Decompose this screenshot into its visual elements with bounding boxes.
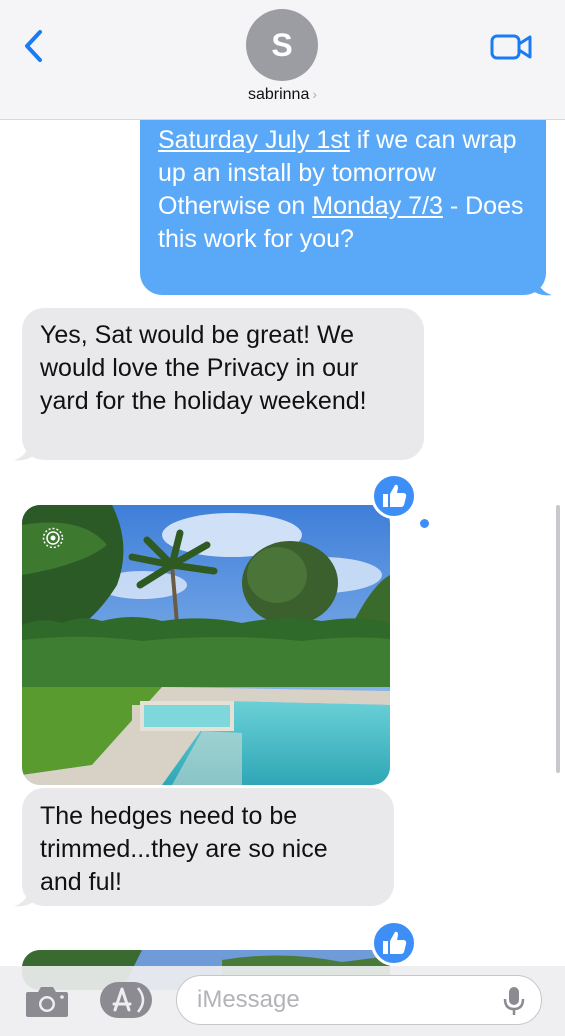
conversation-header: S sabrinna › <box>0 0 565 120</box>
avatar[interactable]: S <box>246 9 318 81</box>
microphone-icon <box>503 987 525 1015</box>
video-camera-icon <box>490 34 532 60</box>
camera-button[interactable] <box>24 982 70 1020</box>
received-message-bubble[interactable]: The hedges need to be trimmed...they are… <box>22 788 394 906</box>
tapback-tail <box>420 519 429 528</box>
tapback-reaction[interactable] <box>371 473 417 519</box>
received-message-bubble[interactable]: Yes, Sat would be great! We would love t… <box>22 308 424 460</box>
photo-message[interactable] <box>22 505 390 785</box>
bubble-tail <box>14 886 36 907</box>
chevron-left-icon <box>25 30 42 62</box>
live-photo-icon[interactable] <box>42 527 64 549</box>
app-store-button[interactable] <box>98 980 154 1020</box>
video-call-button[interactable] <box>490 32 534 62</box>
pool-photo <box>22 505 390 785</box>
chevron-right-icon: › <box>312 86 318 102</box>
compose-bar: iMessage <box>0 966 565 1036</box>
bubble-tail <box>14 440 36 461</box>
sent-message-bubble[interactable]: Saturday July 1st if we can wrap up an i… <box>140 108 546 295</box>
tapback-reaction[interactable] <box>371 920 417 966</box>
date-link[interactable]: Saturday July 1st <box>158 126 350 154</box>
camera-icon <box>26 987 68 1017</box>
message-input[interactable]: iMessage <box>176 975 542 1025</box>
thumbs-up-icon <box>383 931 407 954</box>
back-button[interactable] <box>18 26 54 66</box>
contact-name: sabrinna <box>247 86 310 103</box>
microphone-button[interactable] <box>500 985 528 1017</box>
contact-name-button[interactable]: sabrinna › <box>0 86 565 104</box>
thumbs-up-icon <box>383 484 407 507</box>
date-link[interactable]: Monday 7/3 <box>312 192 443 220</box>
bubble-tail <box>530 275 552 296</box>
scrollbar[interactable] <box>556 505 560 773</box>
app-store-icon <box>100 982 152 1018</box>
